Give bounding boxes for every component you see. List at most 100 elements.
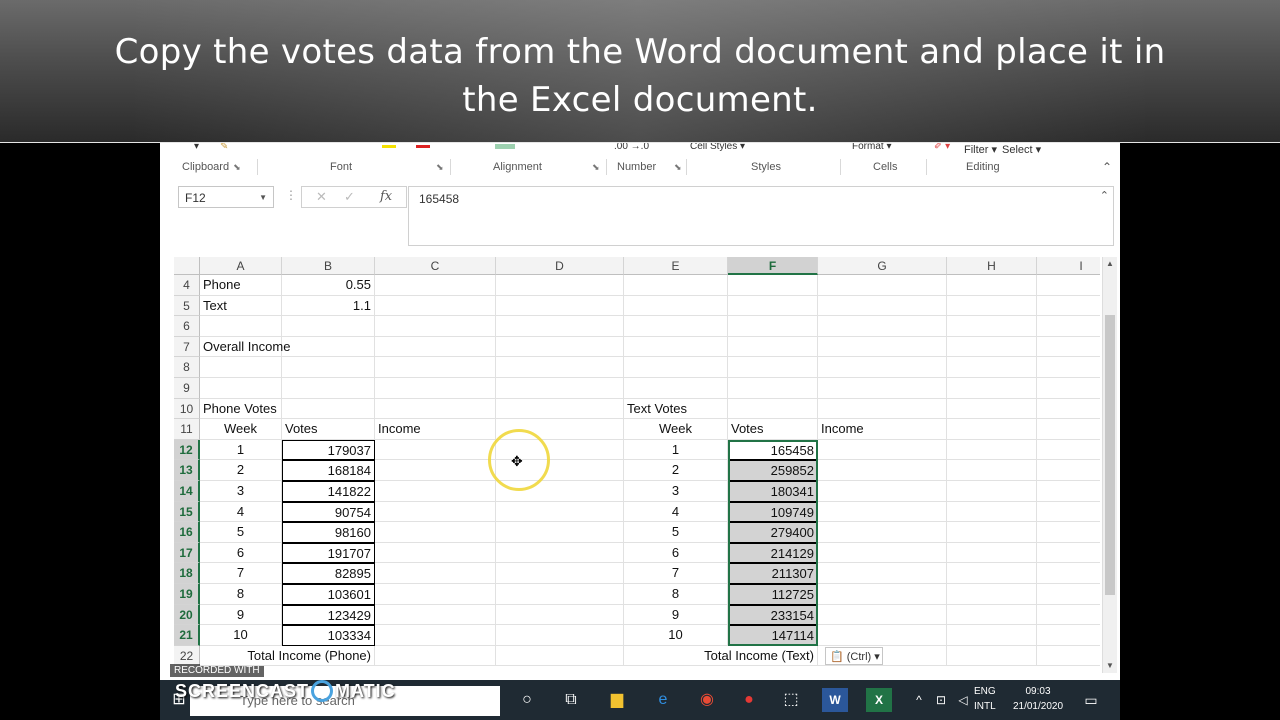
cell-b-13[interactable]: 168184: [282, 460, 375, 481]
row-header[interactable]: 10: [174, 398, 200, 420]
cell-d-19[interactable]: [496, 584, 624, 605]
select-button[interactable]: Select ▾: [1002, 143, 1041, 156]
filter-button[interactable]: Filter ▾: [964, 143, 997, 156]
notifications-icon[interactable]: ▭: [1078, 688, 1104, 712]
cell-e-8[interactable]: [624, 357, 728, 378]
cell-b-6[interactable]: [282, 316, 375, 337]
row-header[interactable]: 12: [174, 439, 200, 461]
clear-icon[interactable]: ✐ ▾: [934, 143, 950, 152]
cell-c-15[interactable]: [375, 501, 496, 523]
row-header[interactable]: 17: [174, 542, 200, 564]
cell-h-8[interactable]: [947, 357, 1037, 378]
cell-a-12[interactable]: 1: [200, 439, 282, 461]
cell-h-18[interactable]: [947, 563, 1037, 584]
cell-a-11[interactable]: Week: [200, 419, 282, 440]
snipping-icon[interactable]: ⬚: [778, 688, 804, 712]
column-header-f[interactable]: F: [728, 257, 818, 275]
cell-f-19[interactable]: 112725: [728, 584, 818, 605]
cell-d-20[interactable]: [496, 604, 624, 626]
column-header-g[interactable]: G: [818, 257, 947, 275]
scroll-down-icon[interactable]: ▼: [1103, 659, 1117, 673]
column-header-c[interactable]: C: [375, 257, 496, 275]
row-header[interactable]: 13: [174, 460, 200, 481]
cell-i-5[interactable]: [1037, 296, 1100, 317]
cell-d-16[interactable]: [496, 522, 624, 543]
cell-e-21[interactable]: 10: [624, 625, 728, 646]
cell-f-18[interactable]: 211307: [728, 563, 818, 584]
cell-i-12[interactable]: [1037, 440, 1100, 461]
launcher-icon[interactable]: ⬊: [233, 162, 241, 172]
row-header[interactable]: 11: [174, 419, 200, 440]
cell-a-17[interactable]: 6: [200, 542, 282, 564]
cell-a-13[interactable]: 2: [200, 460, 282, 481]
cell-e-14[interactable]: 3: [624, 481, 728, 502]
decimal-buttons[interactable]: .00 →.0: [614, 143, 649, 152]
cortana-icon[interactable]: ○: [514, 688, 540, 712]
volume-icon[interactable]: ◁: [950, 688, 976, 712]
cell-a-7[interactable]: Overall Income: [200, 336, 290, 358]
cell-h-22[interactable]: [947, 645, 1037, 667]
cell-a-4[interactable]: Phone: [200, 275, 282, 296]
cell-g-16[interactable]: [818, 522, 947, 543]
format-button[interactable]: Format ▾: [852, 143, 891, 152]
excel-icon[interactable]: X: [866, 688, 892, 712]
cell-g-7[interactable]: [818, 336, 947, 358]
cell-a-20[interactable]: 9: [200, 604, 282, 626]
cell-g-20[interactable]: [818, 604, 947, 626]
cell-e-20[interactable]: 9: [624, 604, 728, 626]
chevron-down-icon[interactable]: ▼: [259, 187, 267, 209]
cell-c-22[interactable]: [375, 645, 496, 667]
cell-d-10[interactable]: [496, 398, 624, 420]
cell-f-13[interactable]: 259852: [728, 460, 818, 481]
cell-d-21[interactable]: [496, 625, 624, 646]
cell-b-20[interactable]: 123429: [282, 604, 375, 626]
cell-h-15[interactable]: [947, 501, 1037, 523]
cell-b-5[interactable]: 1.1: [282, 295, 375, 317]
cell-h-4[interactable]: [947, 275, 1037, 296]
cell-a-5[interactable]: Text: [200, 295, 282, 317]
format-painter-icon[interactable]: ✎: [220, 143, 228, 152]
cell-f-4[interactable]: [728, 275, 818, 296]
cell-e-13[interactable]: 2: [624, 460, 728, 481]
cell-d-15[interactable]: [496, 501, 624, 523]
row-header[interactable]: 21: [174, 625, 200, 646]
cell-h-13[interactable]: [947, 460, 1037, 481]
cell-h-21[interactable]: [947, 625, 1037, 646]
cell-c-6[interactable]: [375, 316, 496, 337]
cell-f-20[interactable]: 233154: [728, 604, 818, 626]
cell-d-9[interactable]: [496, 378, 624, 399]
cell-c-9[interactable]: [375, 378, 496, 399]
cell-b-15[interactable]: 90754: [282, 501, 375, 523]
cell-f-11[interactable]: Votes: [728, 419, 818, 440]
cell-i-7[interactable]: [1037, 337, 1100, 358]
cell-f-9[interactable]: [728, 378, 818, 399]
cell-styles-button[interactable]: Cell Styles ▾: [690, 143, 745, 152]
cell-e-17[interactable]: 6: [624, 542, 728, 564]
cell-g-10[interactable]: [818, 398, 947, 420]
cell-i-20[interactable]: [1037, 605, 1100, 626]
cell-e-10[interactable]: Text Votes: [624, 398, 728, 420]
launcher-icon[interactable]: ⬊: [432, 161, 444, 173]
clipboard-dropdown-icon[interactable]: ▾: [194, 143, 199, 152]
cell-g-4[interactable]: [818, 275, 947, 296]
cell-g-13[interactable]: [818, 460, 947, 481]
cell-c-8[interactable]: [375, 357, 496, 378]
cell-c-13[interactable]: [375, 460, 496, 481]
launcher-icon[interactable]: ⬊: [670, 161, 682, 173]
cell-a-10[interactable]: Phone Votes: [200, 398, 282, 420]
cell-a-6[interactable]: [200, 316, 282, 337]
cell-e-11[interactable]: Week: [624, 419, 728, 440]
cell-a-19[interactable]: 8: [200, 584, 282, 605]
cell-a-18[interactable]: 7: [200, 563, 282, 584]
cell-g-8[interactable]: [818, 357, 947, 378]
row-header[interactable]: 5: [174, 295, 200, 317]
cell-c-20[interactable]: [375, 604, 496, 626]
cell-h-19[interactable]: [947, 584, 1037, 605]
cell-g-21[interactable]: [818, 625, 947, 646]
cell-b-10[interactable]: [282, 398, 375, 420]
cell-c-11[interactable]: Income: [375, 419, 496, 440]
cell-h-17[interactable]: [947, 542, 1037, 564]
cell-h-5[interactable]: [947, 295, 1037, 317]
cell-c-5[interactable]: [375, 295, 496, 317]
cell-i-11[interactable]: [1037, 419, 1100, 440]
